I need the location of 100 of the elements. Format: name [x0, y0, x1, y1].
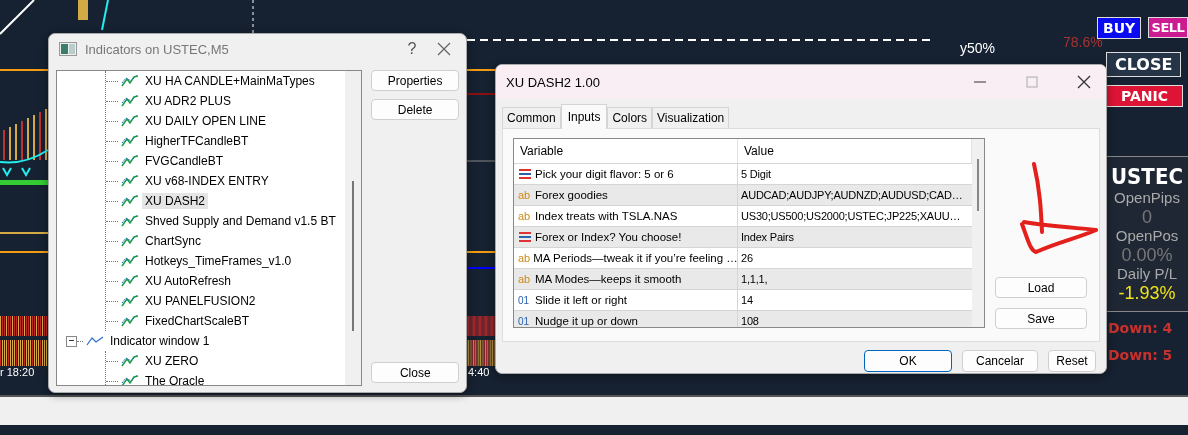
- window-icon: [59, 42, 77, 56]
- indicator-icon: [121, 214, 139, 228]
- tree-item[interactable]: XU PANELFUSION2: [142, 293, 259, 309]
- text-type-icon: ab: [518, 189, 532, 201]
- indicator-icon: [121, 354, 139, 368]
- value-cell[interactable]: 26: [738, 248, 972, 268]
- level-line: [466, 251, 496, 253]
- stat-label: OpenPips: [1114, 189, 1180, 207]
- level-line: [466, 93, 496, 95]
- value-cell[interactable]: 14: [738, 290, 972, 310]
- tree-item[interactable]: Shved Supply and Demand v1.5 BT: [142, 213, 339, 229]
- sell-button[interactable]: SELL: [1148, 17, 1188, 38]
- variable-name: Forex or Index? You choose!: [535, 231, 682, 243]
- save-button[interactable]: Save: [995, 308, 1087, 329]
- trend-line: [0, 0, 35, 35]
- time-label: 4:40: [468, 366, 490, 378]
- histogram-bars: [467, 316, 496, 366]
- close-button[interactable]: Close: [371, 362, 460, 383]
- reset-button[interactable]: Reset: [1048, 350, 1096, 372]
- moving-average-line: [101, 0, 109, 31]
- column-header: Variable: [514, 139, 738, 163]
- level-line: [0, 232, 49, 234]
- indicator-icon: [121, 94, 139, 108]
- ok-button[interactable]: OK: [864, 350, 952, 372]
- delete-button[interactable]: Delete: [371, 99, 459, 120]
- tree-item[interactable]: FVGCandleBT: [142, 153, 227, 169]
- indicator-icon: [121, 374, 139, 385]
- candlestick-group: [3, 108, 47, 161]
- indicator-icon: [121, 254, 139, 268]
- stat-value: -1.93%: [1118, 283, 1176, 303]
- tree-item[interactable]: Hotkeys_TimeFrames_v1.0: [142, 253, 295, 269]
- tree-item[interactable]: XU DAILY OPEN LINE: [142, 113, 269, 129]
- symbol-label: USTEC: [1111, 165, 1183, 189]
- indicator-icon: [121, 114, 139, 128]
- properties-button[interactable]: Properties: [371, 70, 459, 91]
- value-cell[interactable]: Index Pairs: [738, 227, 972, 247]
- tree-item[interactable]: HigherTFCandleBT: [142, 133, 252, 149]
- variable-name: Forex goodies: [535, 189, 608, 201]
- indicator-icon: [121, 194, 139, 208]
- window-title: XU DASH2 1.00: [506, 74, 601, 90]
- cancel-button[interactable]: Cancelar: [962, 350, 1038, 372]
- tree-item[interactable]: XU DASH2: [142, 193, 209, 209]
- buy-button[interactable]: BUY: [1097, 17, 1142, 39]
- indicator-icon: [121, 134, 139, 148]
- indicator-icon: [121, 174, 139, 188]
- signal-label: Down: 4: [1108, 320, 1173, 336]
- collapse-icon[interactable]: [66, 335, 77, 347]
- number-type-icon: 01: [518, 315, 532, 327]
- indicator-icon: [121, 154, 139, 168]
- candlestick: [78, 0, 88, 20]
- time-label: r 18:20: [0, 366, 35, 378]
- stat-label: OpenPos: [1115, 227, 1179, 245]
- value-cell[interactable]: 5 Digit: [738, 164, 972, 184]
- level-label: y50%: [960, 40, 996, 56]
- tree-item[interactable]: XU AutoRefresh: [142, 273, 235, 289]
- window-title: Indicators on USTEC,M5: [85, 41, 230, 57]
- tree-item[interactable]: XU v68-INDEX ENTRY: [142, 173, 272, 189]
- level-line: [466, 160, 496, 162]
- tree-item[interactable]: FixedChartScaleBT: [142, 313, 253, 329]
- tree-item[interactable]: Indicator window 1: [107, 333, 213, 349]
- scrollbar-thumb[interactable]: [352, 181, 355, 331]
- panic-button[interactable]: PANIC: [1106, 85, 1183, 107]
- tab[interactable]: Colors: [607, 107, 653, 128]
- scrollbar-thumb[interactable]: [977, 159, 979, 211]
- indicator-icon: [121, 294, 139, 308]
- tab[interactable]: Visualization: [652, 107, 730, 128]
- level-line: [0, 69, 49, 71]
- tab[interactable]: Inputs: [560, 104, 608, 129]
- text-type-icon: ab: [518, 210, 532, 222]
- text-type-icon: ab: [518, 252, 531, 264]
- histogram-bars: [0, 316, 47, 366]
- tree-item[interactable]: XU HA CANDLE+MainMaTypes: [142, 73, 318, 89]
- help-button[interactable]: ?: [400, 37, 424, 61]
- value-cell[interactable]: US30;US500;US2000;USTEC;JP225;XAUU…: [738, 206, 972, 226]
- line-chart-icon: [86, 334, 104, 348]
- list-icon: [518, 231, 532, 243]
- stat-value: 0.00%: [1121, 245, 1173, 265]
- variable-name: Slide it left or right: [535, 294, 628, 306]
- tree-item[interactable]: XU ADR2 PLUS: [142, 93, 235, 109]
- price-band: [0, 180, 48, 185]
- number-type-icon: 01: [518, 294, 532, 306]
- variable-name: Pick your digit flavor: 5 or 6: [535, 168, 674, 180]
- tree-item[interactable]: The Oracle: [142, 373, 208, 385]
- indicator-icon: [121, 74, 139, 88]
- stat-value: 0: [1142, 207, 1152, 227]
- level-line: [466, 69, 496, 71]
- close-all-button[interactable]: CLOSE: [1106, 52, 1182, 77]
- level-line: [252, 0, 254, 35]
- variable-name: Nudge it up or down: [535, 315, 638, 327]
- indicator-icon: [121, 234, 139, 248]
- tab[interactable]: Common: [502, 107, 561, 128]
- load-button[interactable]: Load: [995, 277, 1087, 298]
- tree-item[interactable]: XU ZERO: [142, 353, 202, 369]
- signal-label: Down: 5: [1108, 347, 1173, 363]
- value-cell[interactable]: AUDCAD;AUDJPY;AUDNZD;AUDUSD;CAD…: [738, 185, 972, 205]
- level-line: [0, 251, 49, 253]
- tree-item[interactable]: ChartSync: [142, 233, 205, 249]
- value-cell[interactable]: 108: [738, 311, 972, 327]
- value-cell[interactable]: 1,1,1,: [738, 269, 972, 289]
- stat-label: Daily P/L: [1117, 265, 1177, 283]
